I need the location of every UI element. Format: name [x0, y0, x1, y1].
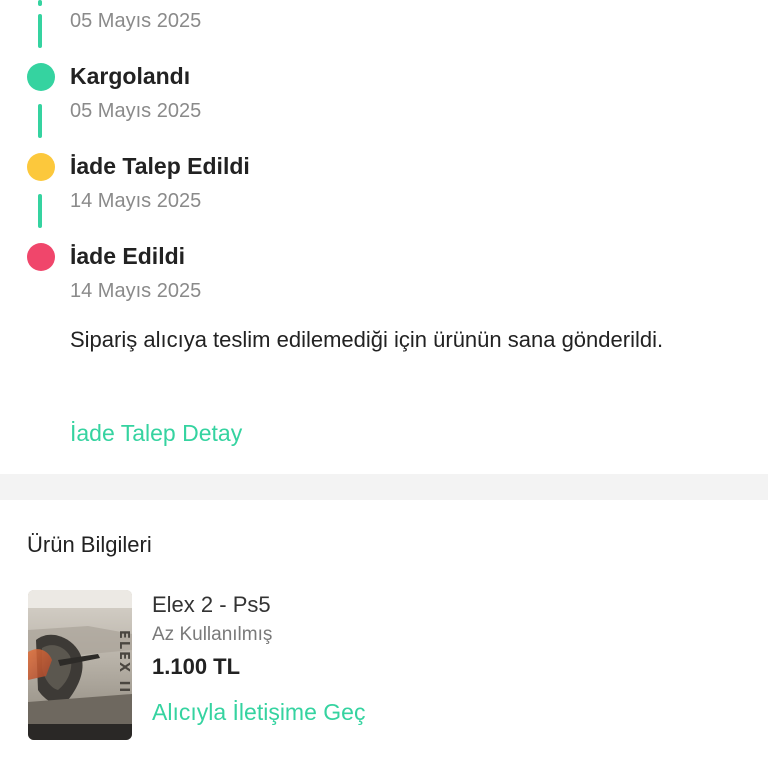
status-dot-return-requested	[27, 153, 55, 181]
timeline-connector	[38, 0, 42, 6]
product-name: Elex 2 - Ps5	[152, 592, 271, 617]
return-detail-link[interactable]: İade Talep Detay	[70, 420, 242, 447]
step-date-return-requested: 14 Mayıs 2025	[70, 190, 202, 212]
step-date-returned: 14 Mayıs 2025	[70, 280, 202, 302]
previous-step-date: 05 Mayıs 2025	[70, 10, 202, 32]
game-cover-image: ELEX II	[28, 590, 132, 740]
product-condition: Az Kullanılmış	[152, 624, 273, 645]
step-date-shipped: 05 Mayıs 2025	[70, 100, 202, 122]
timeline-connector	[38, 14, 42, 48]
step-title-returned: İade Edildi	[70, 243, 186, 269]
order-status-timeline: 05 Mayıs 2025 Kargolandı 05 Mayıs 2025 İ…	[0, 0, 768, 474]
contact-buyer-link[interactable]: Alıcıyla İletişime Geç	[152, 699, 365, 726]
step-title-shipped: Kargolandı	[70, 63, 191, 89]
status-dot-shipped	[27, 63, 55, 91]
section-divider	[0, 474, 768, 500]
status-dot-returned	[27, 243, 55, 271]
product-price: 1.100 TL	[152, 654, 241, 679]
timeline-connector	[38, 194, 42, 228]
product-info-section: Ürün Bilgileri ELEX II Elex 2 - Ps5 Az K…	[0, 500, 768, 768]
timeline-connector	[38, 104, 42, 138]
step-title-return-requested: İade Talep Edildi	[70, 153, 250, 179]
product-image[interactable]: ELEX II	[28, 590, 132, 740]
product-section-title: Ürün Bilgileri	[27, 532, 152, 557]
cover-title-text: ELEX II	[116, 630, 131, 694]
order-detail-page: 05 Mayıs 2025 Kargolandı 05 Mayıs 2025 İ…	[0, 0, 768, 768]
return-description: Sipariş alıcıya teslim edilemediği için …	[70, 327, 664, 352]
